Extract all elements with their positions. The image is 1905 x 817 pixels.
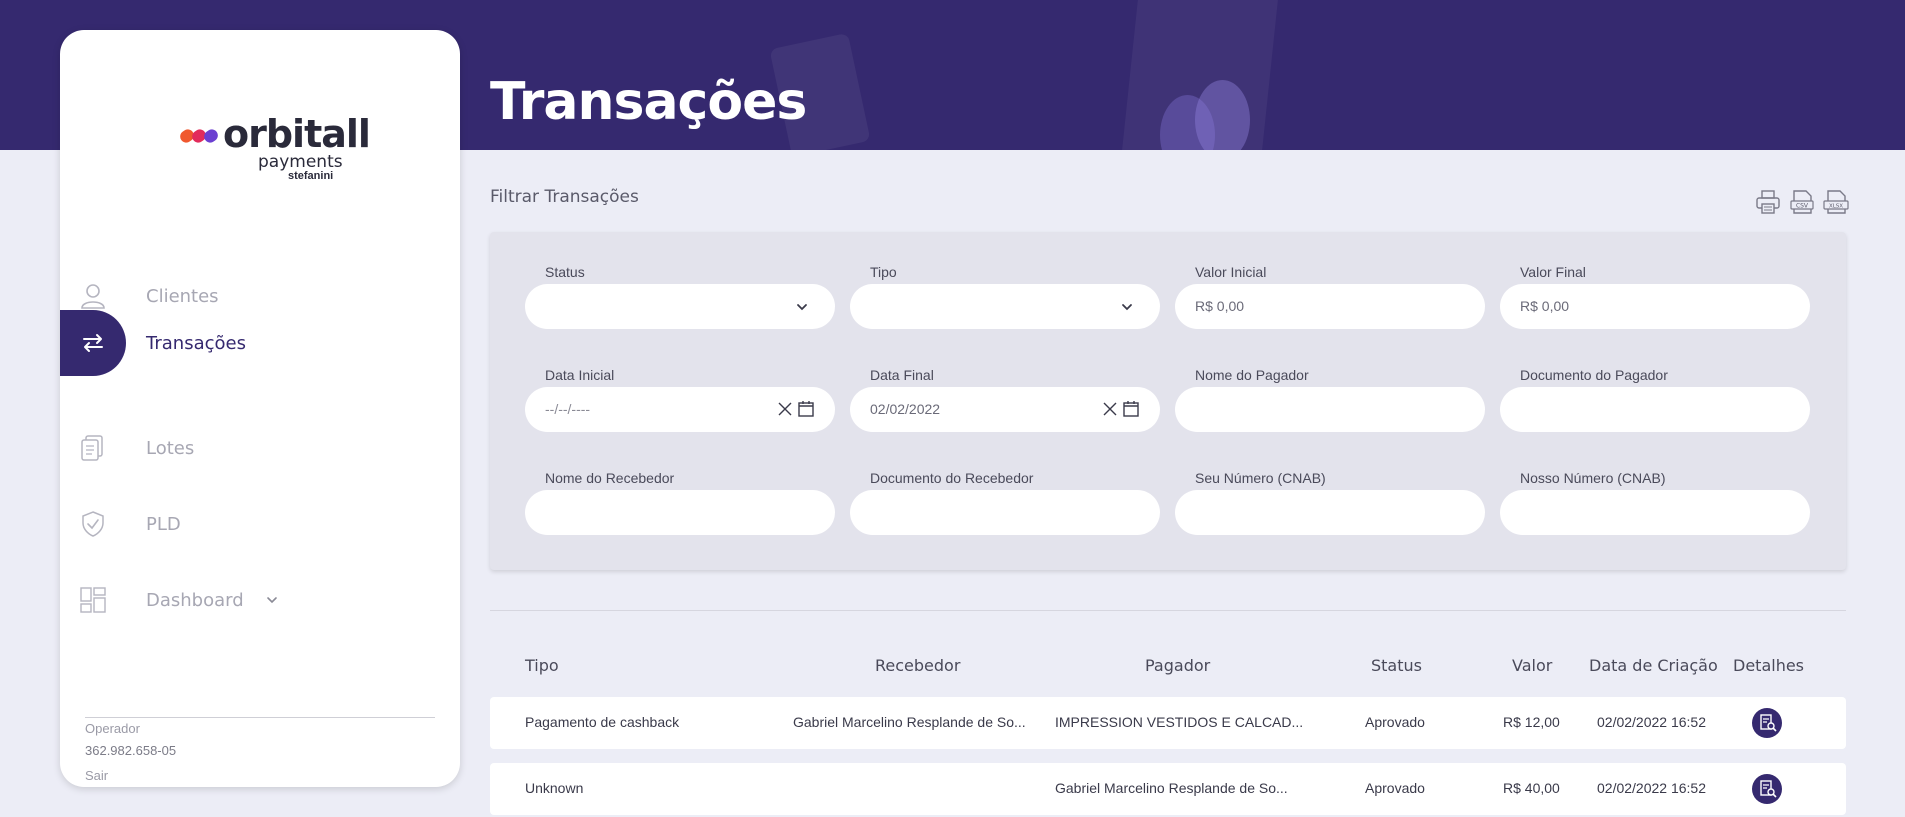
field-label: Seu Número (CNAB) — [1195, 470, 1326, 486]
seu-numero-input[interactable] — [1175, 490, 1485, 535]
xlsx-icon[interactable]: XLSX — [1822, 188, 1850, 216]
divider — [490, 610, 1846, 611]
field-label: Documento do Pagador — [1520, 367, 1668, 383]
sidebar-item-dashboard[interactable]: Dashboard — [60, 567, 460, 633]
clear-icon[interactable] — [1102, 401, 1118, 417]
table-row[interactable]: Pagamento de cashback Gabriel Marcelino … — [490, 697, 1846, 749]
cell-valor: R$ 12,00 — [1503, 714, 1560, 730]
cell-tipo: Unknown — [525, 780, 584, 796]
cell-status: Aprovado — [1365, 714, 1425, 730]
calendar-icon[interactable] — [797, 400, 815, 418]
documents-icon — [81, 435, 103, 461]
field-value: R$ 0,00 — [1195, 298, 1245, 314]
column-header-status[interactable]: Status — [1371, 656, 1422, 675]
column-header-pagador[interactable]: Pagador — [1145, 656, 1210, 675]
sidebar-item-label: Clientes — [146, 286, 219, 307]
nosso-numero-input[interactable] — [1500, 490, 1810, 535]
status-select[interactable] — [525, 284, 835, 329]
cell-pagador: IMPRESSION VESTIDOS E CALCAD... — [1055, 714, 1304, 730]
cell-recebedor: Gabriel Marcelino Resplande de So... — [793, 714, 1026, 730]
divider — [85, 717, 435, 718]
details-button[interactable] — [1752, 708, 1782, 738]
user-icon — [81, 284, 105, 309]
operator-label: Operador — [85, 721, 140, 736]
page-title: Transações — [490, 72, 807, 132]
field-label: Nome do Recebedor — [545, 470, 675, 486]
field-label: Tipo — [870, 264, 897, 280]
nome-pagador-input[interactable] — [1175, 387, 1485, 432]
dashboard-grid-icon — [80, 587, 106, 613]
shield-check-icon — [82, 511, 104, 537]
transfer-arrows-icon — [83, 334, 103, 352]
cell-data: 02/02/2022 16:52 — [1597, 714, 1706, 730]
export-toolbar: CSV XLSX — [1754, 188, 1850, 218]
sidebar-item-label: Dashboard — [146, 590, 244, 611]
chevron-down-icon[interactable] — [265, 593, 279, 607]
svg-text:CSV: CSV — [1796, 203, 1809, 210]
field-label: Valor Final — [1520, 264, 1586, 280]
data-inicial-input[interactable]: --/--/---- — [525, 387, 835, 432]
field-value: R$ 0,00 — [1520, 298, 1570, 314]
chevron-down-icon — [797, 304, 807, 311]
field-label: Nome do Pagador — [1195, 367, 1309, 383]
field-label: Documento do Recebedor — [870, 470, 1034, 486]
brand-mark-icon — [180, 129, 218, 143]
operator-document: 362.982.658-05 — [85, 743, 177, 758]
sidebar: orbitall payments stefanini Clientes Tra… — [60, 30, 460, 787]
sidebar-item-transacoes[interactable]: Transações — [60, 310, 460, 376]
filter-title: Filtrar Transações — [490, 187, 639, 207]
field-value: 02/02/2022 — [870, 401, 941, 417]
data-final-input[interactable]: 02/02/2022 — [850, 387, 1160, 432]
sidebar-item-label: PLD — [146, 514, 181, 535]
field-label: Nosso Número (CNAB) — [1520, 470, 1666, 486]
column-header-recebedor[interactable]: Recebedor — [875, 656, 960, 675]
details-button[interactable] — [1752, 774, 1782, 804]
brand-name: orbitall — [223, 112, 371, 156]
clear-icon[interactable] — [777, 401, 793, 417]
csv-icon[interactable]: CSV — [1788, 188, 1816, 216]
svg-text:XLSX: XLSX — [1829, 204, 1843, 210]
sidebar-item-lotes[interactable]: Lotes — [60, 415, 460, 481]
nome-recebedor-input[interactable] — [525, 490, 835, 535]
table-row[interactable]: Unknown Gabriel Marcelino Resplande de S… — [490, 763, 1846, 815]
field-label: Valor Inicial — [1195, 264, 1267, 280]
cell-valor: R$ 40,00 — [1503, 780, 1560, 796]
column-header-tipo[interactable]: Tipo — [525, 656, 559, 675]
details-icon — [1760, 714, 1777, 732]
field-label: Data Final — [870, 367, 934, 383]
logout-link[interactable]: Sair — [85, 768, 108, 783]
brand-partner: stefanini — [288, 170, 334, 182]
calendar-icon[interactable] — [1122, 400, 1140, 418]
brand-sub: payments — [258, 152, 343, 172]
field-label: Data Inicial — [545, 367, 615, 383]
filter-panel: Status Tipo Valor Inicial R$ 0,00 Valor … — [490, 232, 1846, 570]
documento-pagador-input[interactable] — [1500, 387, 1810, 432]
print-icon[interactable] — [1754, 188, 1782, 216]
sidebar-item-label: Transações — [146, 333, 246, 354]
cell-status: Aprovado — [1365, 780, 1425, 796]
cell-pagador: Gabriel Marcelino Resplande de So... — [1055, 780, 1288, 796]
chevron-down-icon — [1122, 304, 1132, 311]
column-header-detalhes: Detalhes — [1733, 656, 1805, 675]
column-header-valor[interactable]: Valor — [1512, 656, 1552, 675]
tipo-select[interactable] — [850, 284, 1160, 329]
sidebar-item-label: Lotes — [146, 438, 195, 459]
field-label: Status — [545, 264, 585, 280]
documento-recebedor-input[interactable] — [850, 490, 1160, 535]
details-icon — [1760, 780, 1777, 798]
cell-data: 02/02/2022 16:52 — [1597, 780, 1706, 796]
valor-inicial-input[interactable]: R$ 0,00 — [1175, 284, 1485, 329]
field-value: --/--/---- — [545, 401, 591, 417]
brand-logo[interactable]: orbitall payments stefanini — [178, 112, 371, 182]
column-header-data-criacao[interactable]: Data de Criação — [1589, 656, 1718, 675]
sidebar-item-pld[interactable]: PLD — [60, 491, 460, 557]
banner-coin-decoration — [1195, 80, 1250, 150]
valor-final-input[interactable]: R$ 0,00 — [1500, 284, 1810, 329]
cell-tipo: Pagamento de cashback — [525, 714, 680, 730]
